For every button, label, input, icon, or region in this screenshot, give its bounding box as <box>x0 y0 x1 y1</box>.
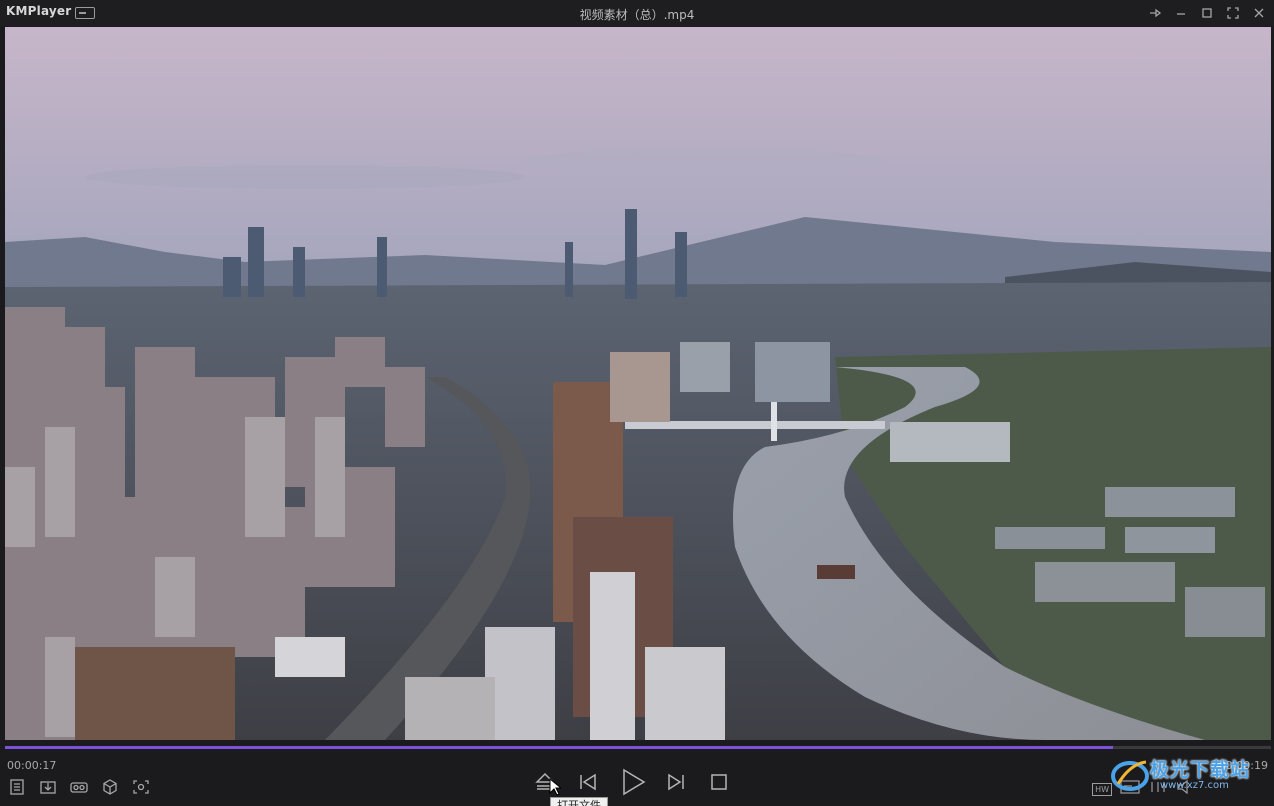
left-toolbar <box>6 777 152 797</box>
seek-bar[interactable] <box>5 746 1271 749</box>
video-scene <box>5 27 1271 740</box>
kmplayer-window: KMPlayer 视频素材（总）.mp4 00:00:17 00:00:19 打… <box>0 0 1274 806</box>
tooltip: 打开文件 <box>550 797 608 806</box>
watermark: 极光下载站 www.xz7.com <box>1110 753 1266 799</box>
maximize-icon[interactable] <box>1196 3 1218 23</box>
playback-controls <box>531 765 733 799</box>
download-icon[interactable] <box>37 777 59 797</box>
pin-icon[interactable] <box>1144 3 1166 23</box>
minimize-icon[interactable] <box>1170 3 1192 23</box>
seek-bar-fill <box>5 746 1113 749</box>
playlist-icon[interactable] <box>6 777 28 797</box>
watermark-text: 极光下载站 <box>1150 759 1251 781</box>
close-icon[interactable] <box>1248 3 1270 23</box>
title-bar: KMPlayer 视频素材（总）.mp4 <box>0 0 1274 26</box>
elapsed-time: 00:00:17 <box>7 759 57 772</box>
window-title: 视频素材（总）.mp4 <box>579 8 695 22</box>
watermark-logo-icon <box>1111 760 1149 791</box>
hw-decode-badge[interactable]: HW <box>1092 782 1112 796</box>
stop-icon[interactable] <box>705 768 733 796</box>
fullscreen-icon[interactable] <box>1222 3 1244 23</box>
watermark-url: www.xz7.com <box>1160 780 1229 791</box>
video-frame[interactable] <box>5 27 1271 740</box>
next-icon[interactable] <box>663 768 691 796</box>
previous-icon[interactable] <box>573 768 601 796</box>
capture-icon[interactable] <box>130 777 152 797</box>
window-controls <box>1144 3 1270 23</box>
vr-icon[interactable] <box>68 777 90 797</box>
3d-cube-icon[interactable] <box>99 777 121 797</box>
play-icon[interactable] <box>615 765 649 799</box>
mouse-cursor-icon <box>549 778 561 796</box>
